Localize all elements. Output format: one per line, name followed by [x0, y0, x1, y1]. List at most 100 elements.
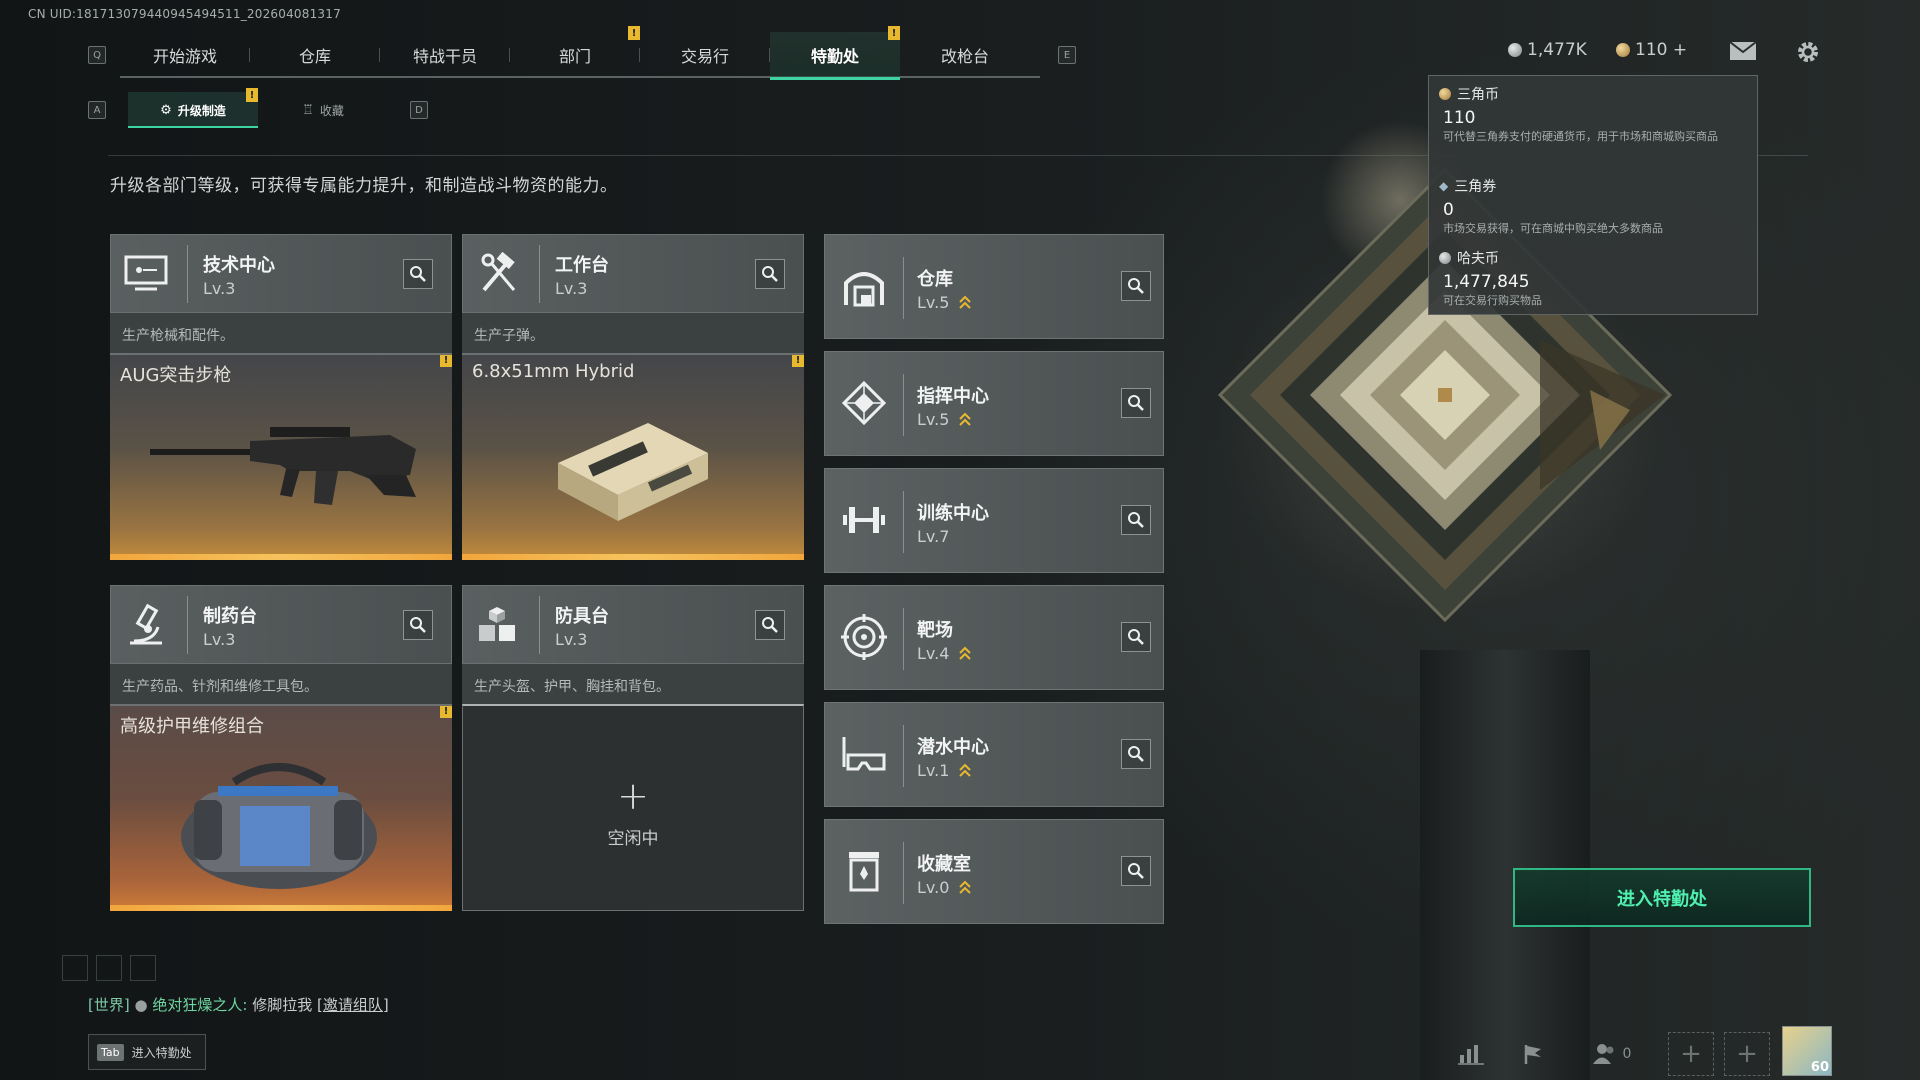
inspect-button[interactable] [1121, 856, 1151, 886]
tooltip-item-triangle-coin: 三角币 110 可代替三角券支付的硬通货币，用于市场和商城购买商品 [1439, 84, 1743, 146]
tab-hint-button[interactable]: Tab 进入特勤处 [88, 1034, 206, 1070]
inspect-button[interactable] [1121, 505, 1151, 535]
subtab-label: 升级制造 [177, 103, 226, 118]
production-slot[interactable]: ! 6.8x51mm Hybrid [462, 353, 804, 560]
subtab-collection[interactable]: ♖ 收藏 [258, 92, 388, 128]
invite-team-link[interactable]: [邀请组队] [317, 996, 389, 1014]
dept-level-row: Lv.7 [917, 527, 949, 546]
tab-warehouse[interactable]: 仓库 [250, 32, 380, 78]
page-description: 升级各部门等级，可获得专属能力提升，和制造战斗物资的能力。 [110, 176, 618, 196]
dept-card-collection-room[interactable]: 收藏室 Lv.0 [824, 819, 1164, 924]
inspect-button[interactable] [403, 610, 433, 640]
subnav-prev-key[interactable]: A [88, 101, 106, 119]
card-header[interactable]: 制药台 Lv.3 [110, 585, 452, 664]
tooltip-title: 三角币 [1457, 87, 1499, 103]
nav-prev-key[interactable]: Q [88, 46, 106, 64]
search-icon [1128, 629, 1144, 645]
mail-icon[interactable] [1728, 40, 1758, 62]
subtab-upgrade-craft[interactable]: ⚙ 升级制造 ! [128, 88, 258, 128]
workshop-card-pharmacy[interactable]: 制药台 Lv.3 生产药品、针剂和维修工具包。 ! 高级护甲维修组合 [110, 585, 452, 911]
ammo-box-image [558, 423, 708, 521]
craft-icon: ⚙ [160, 102, 172, 118]
friends-button[interactable]: 0 [1584, 1032, 1640, 1076]
workshop-card-armor-bench[interactable]: 防具台 Lv.3 生产头盔、护甲、胸挂和背包。 + 空闲中 [462, 585, 804, 911]
progress-bar [110, 554, 452, 560]
separator [539, 245, 540, 303]
player-avatar[interactable]: 60 [1782, 1026, 1832, 1076]
plus-icon: + [1736, 1039, 1758, 1069]
microscope-icon [121, 600, 171, 650]
dept-card-warehouse[interactable]: 仓库 Lv.5 [824, 234, 1164, 339]
tab-start-game[interactable]: 开始游戏 [120, 32, 250, 78]
dept-level: Lv.5 [917, 293, 950, 312]
dept-level: Lv.1 [917, 761, 950, 780]
chat-message[interactable]: [世界] ● 绝对狂燥之人: 修脚拉我 [邀请组队] [88, 994, 389, 1015]
dept-name: 靶场 [917, 620, 953, 641]
add-teammate-slot-2[interactable]: + [1724, 1032, 1770, 1076]
dept-card-diving-center[interactable]: 潜水中心 Lv.1 [824, 702, 1164, 807]
search-icon [762, 617, 778, 633]
tab-operators[interactable]: 特战干员 [380, 32, 510, 78]
dept-level: Lv.4 [917, 644, 950, 663]
tab-trading[interactable]: 交易行 [640, 32, 770, 78]
workshop-card-tech-center[interactable]: 技术中心 Lv.3 生产枪械和配件。 ! AUG突击步枪 [110, 234, 452, 560]
inspect-button[interactable] [755, 259, 785, 289]
separator [903, 608, 904, 670]
workshop-subtitle: 生产枪械和配件。 [110, 313, 452, 353]
workshop-name: 防具台 [555, 606, 609, 627]
tab-label: 改枪台 [940, 47, 989, 66]
tab-label: 仓库 [298, 47, 331, 66]
production-slot[interactable]: ! AUG突击步枪 [110, 353, 452, 560]
separator [903, 725, 904, 787]
workshop-name: 工作台 [555, 255, 609, 276]
tooltip-value: 0 [1443, 200, 1454, 220]
inspect-button[interactable] [1121, 271, 1151, 301]
workshop-level: Lv.3 [203, 630, 236, 649]
inspect-button[interactable] [1121, 388, 1151, 418]
separator [903, 491, 904, 553]
inspect-button[interactable] [1121, 739, 1151, 769]
empty-production-slot[interactable]: + 空闲中 [462, 704, 804, 911]
separator [903, 257, 904, 319]
card-header[interactable]: 防具台 Lv.3 [462, 585, 804, 664]
flag-icon[interactable] [1516, 1032, 1550, 1076]
upgrade-arrow-icon [959, 412, 972, 426]
uid-label: CN UID:181713079440945494511_20260408131… [28, 7, 341, 21]
inspect-button[interactable] [1121, 622, 1151, 652]
tab-departments[interactable]: 部门 ! [510, 26, 640, 78]
workshop-level: Lv.3 [555, 279, 588, 298]
subnav-next-key[interactable]: D [410, 101, 428, 119]
search-icon [1128, 512, 1144, 528]
havcoin-display[interactable]: 1,477K [1508, 40, 1587, 60]
dept-card-shooting-range[interactable]: 靶场 Lv.4 [824, 585, 1164, 690]
tab-gunsmith[interactable]: 改枪台 [900, 32, 1030, 78]
add-teammate-slot-1[interactable]: + [1668, 1032, 1714, 1076]
dept-card-training-center[interactable]: 训练中心 Lv.7 [824, 468, 1164, 573]
card-header[interactable]: 技术中心 Lv.3 [110, 234, 452, 313]
tab-label: 特勤处 [810, 47, 859, 66]
search-icon [762, 266, 778, 282]
workshop-card-workbench[interactable]: 工作台 Lv.3 生产子弹。 ! 6.8x51mm Hybrid [462, 234, 804, 560]
card-header[interactable]: 工作台 Lv.3 [462, 234, 804, 313]
product-name: 高级护甲维修组合 [120, 716, 264, 737]
search-icon [410, 617, 426, 633]
tooltip-item-havcoin: 哈夫币 1,477,845 可在交易行购买物品 [1439, 248, 1743, 310]
upgrade-arrow-icon [959, 646, 972, 660]
dept-card-command-center[interactable]: 指挥中心 Lv.5 [824, 351, 1164, 456]
nav-next-key[interactable]: E [1058, 46, 1076, 64]
production-slot[interactable]: ! 高级护甲维修组合 [110, 704, 452, 911]
settings-gear-icon[interactable] [1794, 38, 1822, 66]
subtab-label: 收藏 [319, 103, 344, 118]
product-name: AUG突击步枪 [120, 365, 232, 386]
tooltip-desc: 可在交易行购买物品 [1443, 294, 1542, 307]
stats-icon[interactable] [1454, 1032, 1488, 1076]
chat-sender[interactable]: 绝对狂燥之人: [152, 996, 247, 1014]
upgrade-arrow-icon [959, 295, 972, 309]
inspect-button[interactable] [403, 259, 433, 289]
friends-icon [1592, 1044, 1614, 1064]
triangle-coin-display[interactable]: 110 + [1616, 40, 1687, 60]
inspect-button[interactable] [755, 610, 785, 640]
tab-special-ops[interactable]: 特勤处 ! [770, 26, 900, 80]
dept-name: 训练中心 [917, 503, 989, 524]
enter-special-ops-button[interactable]: 进入特勤处 [1513, 868, 1811, 927]
